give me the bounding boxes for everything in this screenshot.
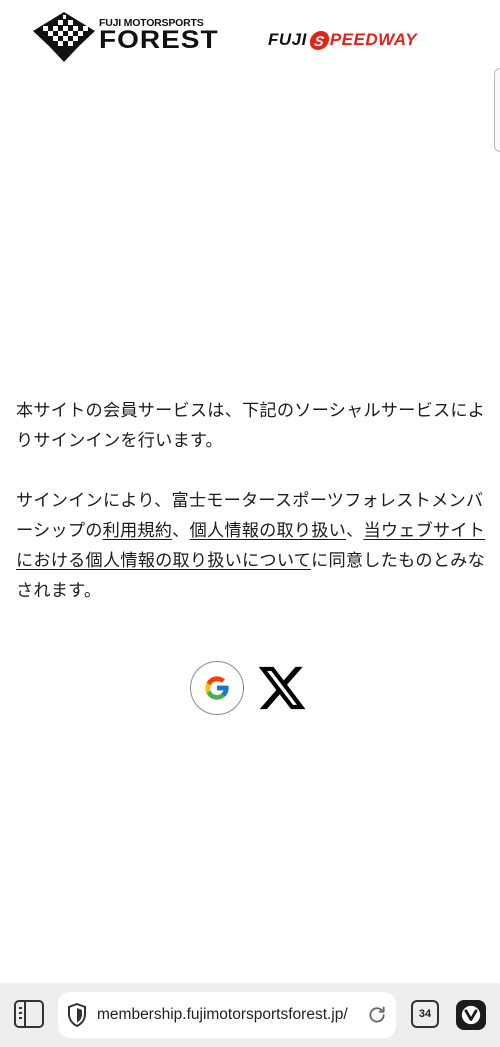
social-signin-buttons — [0, 660, 500, 716]
checkered-diamond-icon — [33, 12, 95, 62]
vivaldi-menu-icon[interactable] — [456, 1000, 486, 1030]
tab-count-label: 34 — [418, 1008, 432, 1020]
x-signin-button[interactable] — [254, 660, 310, 716]
consent-paragraph: サインインにより、富士モータースポーツフォレストメンバーシップの利用規約、個人情… — [16, 486, 486, 606]
speedway-logo-peedway: PEEDWAY — [329, 30, 418, 49]
x-logo-icon — [258, 666, 306, 710]
fuji-speedway-logo[interactable]: FUJI S PEEDWAY — [268, 30, 417, 50]
panel-toggle-icon[interactable] — [14, 1000, 44, 1028]
tab-switcher-button[interactable]: 34 — [411, 1000, 439, 1028]
speedway-logo-s-badge: S — [308, 30, 331, 50]
reload-icon[interactable] — [366, 1004, 388, 1026]
separator: 、 — [346, 521, 364, 541]
speedway-logo-fuji: FUJI — [268, 30, 307, 49]
edge-panel-handle[interactable] — [494, 68, 500, 152]
google-signin-button[interactable] — [190, 661, 244, 715]
google-g-icon — [205, 676, 229, 700]
shield-icon[interactable] — [66, 1002, 88, 1028]
intro-paragraph: 本サイトの会員サービスは、下記のソーシャルサービスによりサインインを行います。 — [16, 401, 486, 451]
signin-notice: 本サイトの会員サービスは、下記のソーシャルサービスによりサインインを行います。 … — [16, 396, 486, 636]
separator: 、 — [172, 521, 190, 541]
fuji-motorsports-forest-logo[interactable]: FUJI MOTORSPORTS FOREST — [33, 12, 219, 62]
address-bar[interactable]: membership.fujimotorsportsforest.jp/ — [58, 992, 396, 1038]
site-header: FUJI MOTORSPORTS FOREST FUJI S PEEDWAY — [0, 0, 500, 80]
url-text[interactable]: membership.fujimotorsportsforest.jp/ — [97, 1006, 363, 1024]
terms-of-use-link[interactable]: 利用規約 — [103, 521, 173, 541]
browser-bottom-bar: membership.fujimotorsportsforest.jp/ 34 — [0, 983, 500, 1047]
privacy-handling-link[interactable]: 個人情報の取り扱い — [190, 521, 347, 541]
forest-logo-line2: FOREST — [99, 25, 219, 54]
forest-wordmark: FUJI MOTORSPORTS FOREST — [99, 18, 219, 56]
